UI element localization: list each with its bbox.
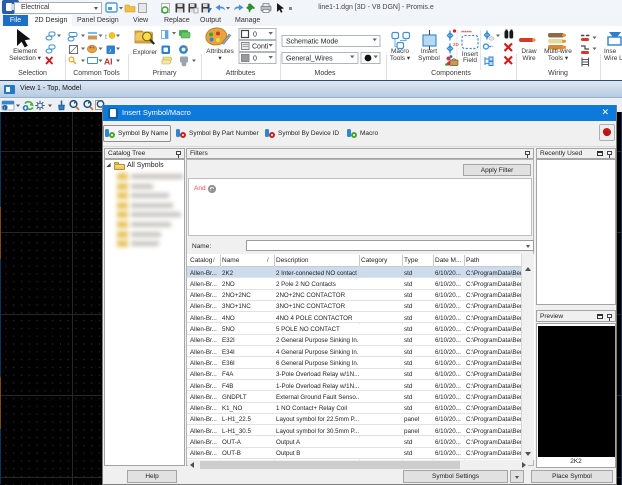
svg-text:2D: 2D (453, 42, 460, 47)
svg-text:♪: ♪ (109, 48, 112, 55)
svg-text:t: t (105, 34, 107, 41)
svg-text:AI: AI (104, 57, 113, 67)
svg-text:0: 0 (253, 56, 257, 63)
svg-text:Schematic Mode: Schematic Mode (286, 39, 338, 46)
svg-text:******: ****** (461, 31, 473, 37)
svg-text:General_Wires: General_Wires (286, 56, 333, 63)
svg-text:0: 0 (253, 32, 257, 39)
svg-text:Conti: Conti (252, 44, 269, 51)
